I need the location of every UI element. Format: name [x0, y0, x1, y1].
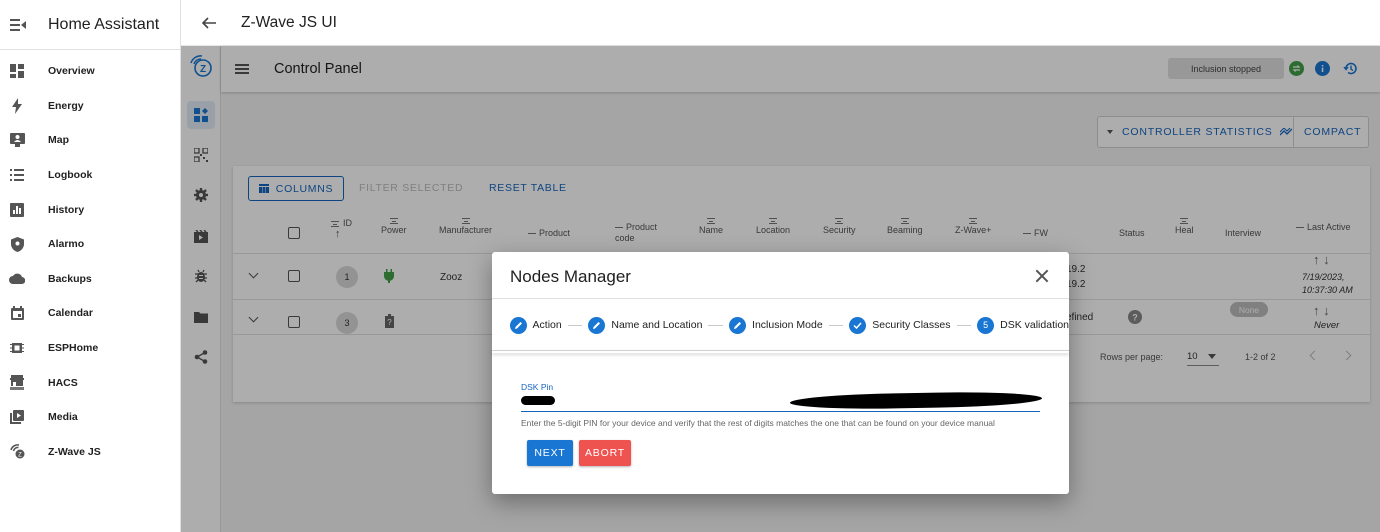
sidebar-item-alarmo[interactable]: Alarmo: [0, 227, 180, 262]
abort-button[interactable]: ABORT: [579, 440, 631, 466]
stepper: Action Name and Location Inclusion Mode …: [492, 299, 1069, 351]
sidebar-toggle-icon[interactable]: [10, 18, 26, 31]
sidebar-item-label: Map: [48, 134, 69, 147]
ha-title: Home Assistant: [48, 15, 160, 33]
close-icon[interactable]: [1035, 269, 1049, 283]
sidebar-item-overview[interactable]: Overview: [0, 54, 180, 89]
check-icon: [849, 316, 867, 334]
sidebar-item-label: ESPHome: [48, 342, 99, 355]
sidebar-item-esphome[interactable]: ESPHome: [0, 331, 180, 366]
esphome-icon: [9, 340, 25, 356]
page-title: Z-Wave JS UI: [241, 13, 337, 31]
backups-icon: [9, 271, 25, 287]
ha-sidebar: Home Assistant Overview Energy Map Logbo…: [0, 0, 181, 532]
calendar-icon: [9, 305, 25, 321]
sidebar-item-label: Overview: [48, 65, 95, 78]
top-bar: Z-Wave JS UI: [181, 0, 1380, 46]
step-action[interactable]: Action: [509, 316, 562, 334]
sidebar-item-map[interactable]: Map: [0, 123, 180, 158]
step-name-and-location[interactable]: Name and Location: [588, 316, 702, 334]
logbook-icon: [9, 167, 25, 183]
history-icon: [9, 202, 25, 218]
dsk-pin-hint: Enter the 5-digit PIN for your device an…: [521, 418, 995, 428]
step-dsk-validation[interactable]: 5 DSK validation: [977, 316, 1069, 334]
sidebar-item-zwave-js[interactable]: Z Z-Wave JS: [0, 435, 180, 470]
sidebar-item-label: Media: [48, 411, 78, 424]
sidebar-item-logbook[interactable]: Logbook: [0, 158, 180, 193]
back-arrow-icon[interactable]: [201, 15, 217, 31]
pencil-icon: [509, 316, 527, 334]
nodes-manager-dialog: Nodes Manager Action Name and Location I…: [492, 252, 1069, 494]
svg-text:Z: Z: [18, 453, 22, 459]
sidebar-item-label: Backups: [48, 272, 92, 285]
sidebar-item-calendar[interactable]: Calendar: [0, 296, 180, 331]
media-icon: [9, 409, 25, 425]
sidebar-item-history[interactable]: History: [0, 192, 180, 227]
sidebar-item-label: HACS: [48, 376, 78, 389]
sidebar-item-energy[interactable]: Energy: [0, 89, 180, 124]
hacs-icon: [9, 375, 25, 391]
pencil-icon: [729, 316, 747, 334]
sidebar-item-hacs[interactable]: HACS: [0, 365, 180, 400]
sidebar-item-label: Z-Wave JS: [48, 445, 101, 458]
step-inclusion-mode[interactable]: Inclusion Mode: [729, 316, 823, 334]
sidebar-item-label: Logbook: [48, 169, 93, 182]
sidebar-item-media[interactable]: Media: [0, 400, 180, 435]
sidebar-item-label: History: [48, 203, 85, 216]
redaction-mark: [521, 396, 555, 405]
sidebar-item-label: Calendar: [48, 307, 93, 320]
step-security-classes[interactable]: Security Classes: [849, 316, 951, 334]
zwave-icon: Z: [9, 444, 25, 460]
ha-sidebar-header: Home Assistant: [0, 0, 180, 50]
alarmo-icon: [9, 236, 25, 252]
map-icon: [9, 132, 25, 148]
next-button[interactable]: NEXT: [527, 440, 573, 466]
pencil-icon: [588, 316, 606, 334]
sidebar-item-label: Alarmo: [48, 238, 85, 251]
overview-icon: [9, 63, 25, 79]
step-number: 5: [977, 316, 995, 334]
sidebar-item-backups[interactable]: Backups: [0, 262, 180, 297]
dsk-pin-label: DSK Pin: [521, 382, 554, 392]
sidebar-item-label: Energy: [48, 99, 84, 112]
dialog-title: Nodes Manager: [510, 267, 631, 286]
energy-icon: [9, 97, 25, 114]
